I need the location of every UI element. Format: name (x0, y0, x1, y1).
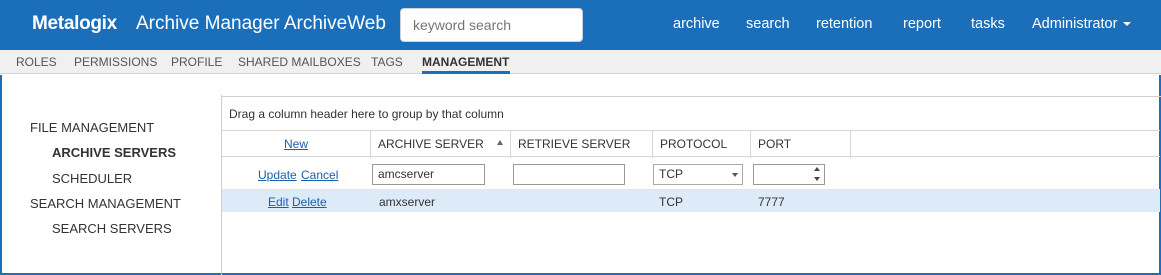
group-by-panel[interactable]: Drag a column header here to group by th… (229, 107, 504, 121)
tab-tags[interactable]: TAGS (371, 55, 403, 69)
protocol-select-value: TCP (659, 167, 683, 181)
grid-top-border (221, 96, 1161, 97)
sidebar-scheduler[interactable]: SCHEDULER (52, 171, 132, 186)
column-header-protocol[interactable]: PROTOCOL (653, 131, 751, 158)
sidebar-file-management[interactable]: FILE MANAGEMENT (30, 120, 154, 135)
brand-logo[interactable]: Metalogix (32, 13, 117, 35)
tab-profile[interactable]: PROFILE (171, 55, 222, 69)
spin-down-icon[interactable] (814, 177, 820, 181)
sidebar-archive-servers[interactable]: ARCHIVE SERVERS (52, 145, 176, 160)
active-tab-indicator (422, 71, 510, 74)
cell-protocol: TCP (659, 195, 683, 209)
archive-server-input[interactable]: amcserver (372, 164, 485, 185)
user-menu[interactable]: Administrator (1032, 16, 1132, 32)
sort-ascending-icon[interactable] (497, 140, 503, 145)
content-frame-left (0, 75, 2, 275)
table-row[interactable] (222, 190, 1160, 212)
tab-management[interactable]: MANAGEMENT (422, 55, 509, 69)
update-link[interactable]: Update (258, 168, 297, 182)
tab-permissions[interactable]: PERMISSIONS (74, 55, 157, 69)
cell-archive-server: amxserver (379, 195, 436, 209)
top-navbar: Metalogix Archive Manager ArchiveWeb arc… (0, 0, 1161, 50)
cell-port: 7777 (758, 195, 785, 209)
spin-up-icon[interactable] (814, 167, 820, 171)
new-record-link[interactable]: New (284, 137, 308, 151)
dropdown-arrow-icon[interactable] (732, 173, 738, 177)
delete-link[interactable]: Delete (292, 195, 327, 209)
tab-roles[interactable]: ROLES (16, 55, 57, 69)
nav-search[interactable]: search (746, 16, 790, 32)
keyword-search-input[interactable] (400, 8, 583, 42)
nav-report[interactable]: report (903, 16, 941, 32)
caret-down-icon (1123, 22, 1132, 27)
cancel-link[interactable]: Cancel (301, 168, 338, 182)
retrieve-server-input[interactable] (513, 164, 625, 185)
nav-tasks[interactable]: tasks (971, 16, 1005, 32)
column-header-port[interactable]: PORT (751, 131, 851, 158)
column-header-retrieve-server[interactable]: RETRIEVE SERVER (511, 131, 653, 158)
app-title: Archive Manager ArchiveWeb (136, 13, 386, 34)
user-menu-label: Administrator (1032, 16, 1118, 32)
command-column-header: New (222, 131, 371, 158)
edit-link[interactable]: Edit (268, 195, 289, 209)
grid-header-row: New ARCHIVE SERVER RETRIEVE SERVER PROTO… (222, 130, 1160, 158)
column-header-archive-server[interactable]: ARCHIVE SERVER (371, 131, 511, 158)
sidebar-search-management[interactable]: SEARCH MANAGEMENT (30, 196, 181, 211)
tab-shared-mailboxes[interactable]: SHARED MAILBOXES (238, 55, 361, 69)
sidebar-search-servers[interactable]: SEARCH SERVERS (52, 221, 172, 236)
nav-archive[interactable]: archive (673, 16, 720, 32)
nav-retention[interactable]: retention (816, 16, 872, 32)
protocol-select[interactable]: TCP (653, 164, 743, 185)
tab-bar: ROLES PERMISSIONS PROFILE SHARED MAILBOX… (0, 50, 1161, 74)
